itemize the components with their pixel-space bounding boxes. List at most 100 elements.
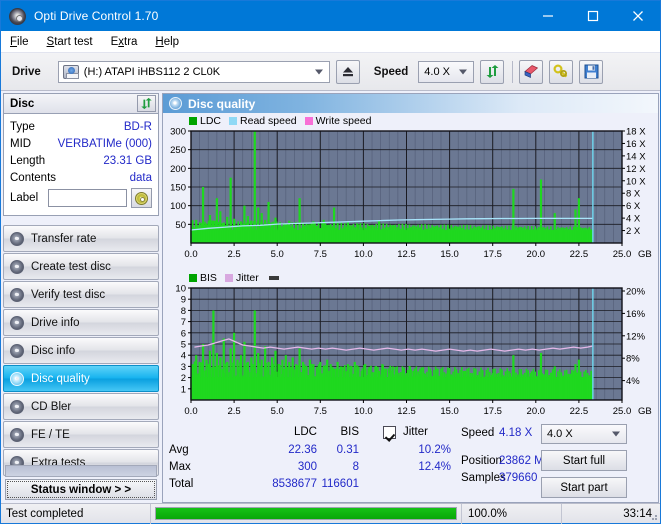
speed-label: Speed: [373, 65, 409, 78]
toolbar-separator: [512, 60, 514, 83]
speed-select[interactable]: 4.0 X: [418, 60, 475, 83]
svg-text:9: 9: [181, 295, 186, 306]
disc-row-contents: Contents data: [4, 169, 158, 186]
cd-icon: [135, 191, 148, 205]
legend-label: BIS: [200, 271, 217, 284]
samples-value: 379660: [499, 472, 538, 484]
disc-icon: [10, 427, 24, 442]
nav-list: Transfer rate Create test disc Verify te…: [3, 225, 159, 476]
svg-text:20%: 20%: [626, 287, 646, 298]
ldc-chart-svg: 300 250 200 150 100 50 18 X16 X14 X 12 X10 X 8 X…: [170, 127, 652, 261]
svg-text:4: 4: [181, 351, 186, 362]
stats-max-ldc: 300: [297, 461, 317, 473]
app-window: Opti Drive Control 1.70 File Start test …: [0, 0, 661, 524]
menu-start-test[interactable]: Start test: [38, 34, 102, 50]
svg-text:18 X: 18 X: [626, 127, 646, 138]
sidebar-item-drive-info[interactable]: Drive info: [3, 309, 159, 336]
menu-file-label: ile: [17, 35, 29, 48]
legend-swatch: [189, 273, 197, 282]
ldc-chart: 300 250 200 150 100 50 18 X 16 X 14 X 12 X 10 X 8 X…: [163, 127, 658, 268]
svg-text:12.5: 12.5: [397, 406, 416, 417]
svg-text:12 X: 12 X: [626, 164, 646, 175]
sidebar-label: Transfer rate: [31, 232, 97, 245]
stats-total-bis: 116601: [321, 478, 359, 490]
start-full-button[interactable]: Start full: [541, 450, 627, 471]
sidebar-label: CD Bler: [31, 400, 72, 413]
svg-text:22.5: 22.5: [570, 406, 589, 417]
drive-select[interactable]: (H:) ATAPI iHBS112 2 CL0K: [57, 60, 330, 83]
svg-text:150: 150: [170, 183, 186, 194]
svg-text:4 X: 4 X: [626, 214, 641, 225]
legend-read-speed: Read speed: [229, 115, 297, 127]
disc-row-mid: MID VERBATIMe (000): [4, 135, 158, 152]
test-speed-select[interactable]: 4.0 X: [541, 424, 627, 444]
sidebar-item-transfer-rate[interactable]: Transfer rate: [3, 225, 159, 252]
disc-contents-label: Contents: [10, 171, 57, 184]
svg-text:8 X: 8 X: [626, 189, 641, 200]
svg-text:5.0: 5.0: [271, 249, 284, 260]
stats-total-ldc: 8538677: [272, 478, 317, 490]
tools-button[interactable]: [549, 59, 574, 84]
legend-swatch: [224, 273, 233, 282]
disc-icon: [10, 371, 24, 386]
disc-type-label: Type: [10, 120, 35, 133]
menu-help[interactable]: Help: [146, 34, 188, 50]
legend-jitter: Jitter: [224, 272, 259, 284]
chevron-down-icon: [314, 69, 323, 74]
resize-grip[interactable]: [648, 511, 658, 521]
sidebar-item-disc-info[interactable]: Disc info: [3, 337, 159, 364]
menu-file[interactable]: File: [1, 34, 38, 50]
speed-select-value: 4.0 X: [424, 65, 450, 78]
menu-extra[interactable]: Extra: [102, 34, 147, 50]
legend-swatch: [304, 116, 313, 125]
status-window-button[interactable]: Status window > >: [5, 479, 157, 500]
svg-text:300: 300: [170, 127, 186, 138]
legend-label: Write speed: [315, 114, 372, 127]
disc-label-button[interactable]: [131, 188, 152, 208]
sidebar-item-fe-te[interactable]: FE / TE: [3, 421, 159, 448]
disc-contents-value: data: [129, 171, 152, 184]
svg-text:25.0: 25.0: [613, 249, 632, 260]
sidebar-item-cd-bler[interactable]: CD Bler: [3, 393, 159, 420]
sidebar-item-create-test-disc[interactable]: Create test disc: [3, 253, 159, 280]
drive-icon: [62, 64, 79, 79]
svg-text:15.0: 15.0: [440, 249, 459, 260]
status-message: Test completed: [1, 503, 151, 524]
window-title: Opti Drive Control 1.70: [34, 9, 159, 23]
disc-label-label: Label: [10, 192, 39, 204]
svg-text:GB: GB: [638, 406, 652, 417]
left-panel: Disc Type BD-R MID VERBATIMe (000) Lengt…: [3, 93, 159, 503]
menu-extra-label: tra: [124, 35, 138, 48]
maximize-button[interactable]: [570, 1, 615, 31]
stats-avg-ldc: 22.36: [288, 444, 317, 456]
stats-max-jitter: 12.4%: [418, 461, 451, 473]
svg-text:GB: GB: [638, 249, 652, 260]
sidebar-item-disc-quality[interactable]: Disc quality: [3, 365, 159, 392]
refresh-button[interactable]: [480, 59, 505, 84]
start-part-button[interactable]: Start part: [541, 477, 627, 498]
close-button[interactable]: [615, 1, 660, 31]
window-controls: [525, 1, 660, 31]
svg-text:25.0: 25.0: [613, 406, 632, 417]
svg-text:12%: 12%: [626, 331, 646, 342]
save-button[interactable]: [579, 59, 604, 84]
chevron-down-icon: [612, 431, 620, 437]
stats-avg-jitter: 10.2%: [418, 444, 451, 456]
jitter-checkbox[interactable]: [383, 426, 396, 439]
svg-text:22.5: 22.5: [570, 249, 589, 260]
minimize-button[interactable]: [525, 1, 570, 31]
eject-button[interactable]: [335, 59, 360, 84]
disc-refresh-button[interactable]: [137, 95, 156, 112]
disc-label-input[interactable]: [48, 189, 127, 207]
disc-mid-value: VERBATIMe (000): [57, 137, 152, 150]
erase-button[interactable]: [519, 59, 544, 84]
svg-text:50: 50: [175, 220, 186, 231]
sidebar-item-verify-test-disc[interactable]: Verify test disc: [3, 281, 159, 308]
speed-readout-value: 4.18 X: [499, 427, 533, 439]
stats-avg-bis: 0.31: [336, 444, 359, 456]
progress-percent: 100.0%: [462, 503, 562, 524]
drive-toolbar: Drive (H:) ATAPI iHBS112 2 CL0K Speed 4.…: [1, 53, 660, 91]
svg-text:20.0: 20.0: [527, 406, 546, 417]
svg-text:6: 6: [181, 328, 186, 339]
disc-length-label: Length: [10, 154, 46, 167]
